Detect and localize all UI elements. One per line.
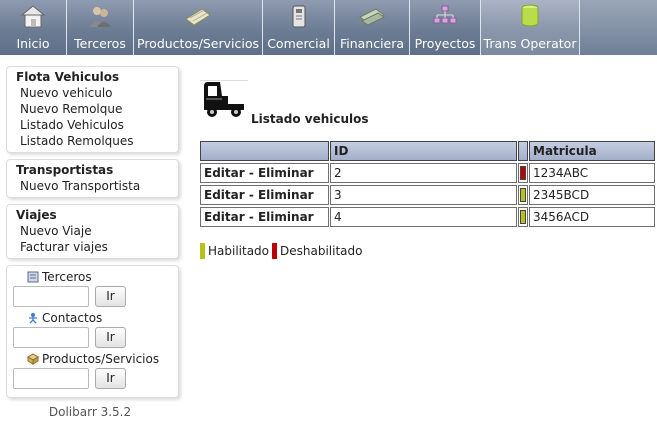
status-indicator (520, 188, 526, 202)
search-productos-input[interactable] (13, 368, 89, 389)
project-icon (433, 5, 457, 24)
tab-comercial[interactable]: Comercial (263, 0, 335, 55)
status-indicator (520, 210, 526, 224)
vehicles-table: ID Matricula Editar - Eliminar 2 1234ABC… (200, 141, 657, 229)
menu-title-flota[interactable]: Flota Vehiculos (7, 70, 178, 85)
table-header-row: ID Matricula (200, 141, 657, 163)
users-icon (90, 7, 111, 27)
quick-search-contactos-label: Contactos (42, 311, 103, 325)
menu-title-viajes[interactable]: Viajes (7, 208, 178, 223)
cell-matricula: 3456ACD (529, 207, 655, 227)
search-terceros-button[interactable]: Ir (95, 286, 126, 307)
tab-label: Inicio (16, 36, 50, 51)
tab-proyectos[interactable]: Proyectos (410, 0, 481, 55)
box-icon (27, 353, 39, 365)
cylinder-icon (521, 4, 539, 27)
quick-search-box: Terceros Ir Contactos Ir Productos/Servi… (6, 265, 179, 398)
header-status (518, 141, 528, 161)
quick-search-terceros-label: Terceros (42, 270, 92, 284)
tab-terceros[interactable]: Terceros (67, 0, 134, 55)
version-label: Dolibarr 3.5.2 (48, 405, 132, 419)
table-row: Editar - Eliminar 4 3456ACD (200, 207, 657, 229)
home-icon (20, 5, 46, 28)
legend-enabled-label: Habilitado (208, 244, 270, 258)
tab-label: Productos/Servicios (137, 36, 259, 51)
money-icon (359, 8, 385, 26)
table-row: Editar - Eliminar 2 1234ABC (200, 163, 657, 185)
search-contactos-input[interactable] (13, 327, 89, 348)
truck-icon (200, 80, 248, 117)
edit-delete-link[interactable]: Editar - Eliminar (200, 185, 329, 205)
quick-search-label: Terceros (13, 270, 172, 284)
menu-item-listado-remolques[interactable]: Listado Remolques (7, 133, 178, 149)
tab-inicio[interactable]: Inicio (0, 0, 67, 55)
table-row: Editar - Eliminar 3 2345BCD (200, 185, 657, 207)
quick-search-contactos: Contactos Ir (13, 311, 172, 348)
tab-label: Comercial (267, 36, 330, 51)
menu-box-transportistas: Transportistas Nuevo Transportista (6, 159, 179, 198)
menu-item-nuevo-transportista[interactable]: Nuevo Transportista (7, 178, 178, 194)
cell-id: 4 (330, 207, 517, 227)
menu-item-facturar-viajes[interactable]: Facturar viajes (7, 239, 178, 255)
menu-item-nuevo-remolque[interactable]: Nuevo Remolque (7, 101, 178, 117)
cell-status (518, 185, 528, 205)
tab-productos-servicios[interactable]: Productos/Servicios (134, 0, 263, 55)
menu-box-viajes: Viajes Nuevo Viaje Facturar viajes (6, 204, 179, 259)
contact-person-icon (29, 313, 37, 324)
left-sidebar: Flota Vehiculos Nuevo vehiculo Nuevo Rem… (6, 66, 179, 404)
edit-delete-link[interactable]: Editar - Eliminar (200, 207, 329, 227)
quick-search-productos-label: Productos/Servicios (42, 352, 160, 366)
search-productos-button[interactable]: Ir (95, 368, 126, 389)
tab-label: Terceros (74, 36, 126, 51)
quick-search-label: Productos/Servicios (13, 352, 172, 366)
cell-matricula: 1234ABC (529, 163, 655, 183)
menu-title-transportistas[interactable]: Transportistas (7, 163, 178, 178)
building-icon (27, 271, 39, 283)
top-menu: Inicio Terceros Productos/Servicios Come… (0, 0, 657, 55)
search-contactos-button[interactable]: Ir (95, 327, 126, 348)
cell-id: 3 (330, 185, 517, 205)
products-icon (185, 8, 211, 26)
menu-item-nuevo-viaje[interactable]: Nuevo Viaje (7, 223, 178, 239)
cell-matricula: 2345BCD (529, 185, 655, 205)
quick-search-terceros: Terceros Ir (13, 270, 172, 307)
status-indicator (520, 166, 526, 180)
header-id[interactable]: ID (330, 141, 517, 161)
page-title: Listado vehiculos (251, 112, 369, 126)
tab-financiera[interactable]: Financiera (335, 0, 410, 55)
header-actions (200, 141, 329, 161)
tab-label: Proyectos (414, 36, 476, 51)
status-legend: Habilitado Deshabilitado (200, 243, 366, 259)
header-matricula[interactable]: Matricula (529, 141, 655, 161)
edit-delete-link[interactable]: Editar - Eliminar (200, 163, 329, 183)
menu-item-nuevo-vehiculo[interactable]: Nuevo vehiculo (7, 85, 178, 101)
tab-label: Trans Operator (483, 36, 577, 51)
cell-id: 2 (330, 163, 517, 183)
menu-item-listado-vehiculos[interactable]: Listado Vehiculos (7, 117, 178, 133)
commercial-icon (292, 5, 305, 28)
tab-trans-operator[interactable]: Trans Operator (481, 0, 580, 55)
tab-label: Financiera (339, 36, 405, 51)
quick-search-label: Contactos (13, 311, 172, 325)
menu-box-flota: Flota Vehiculos Nuevo vehiculo Nuevo Rem… (6, 66, 179, 153)
cell-status (518, 163, 528, 183)
search-terceros-input[interactable] (13, 286, 89, 307)
disabled-swatch (272, 243, 278, 259)
enabled-swatch (200, 243, 205, 259)
legend-disabled-label: Deshabilitado (280, 244, 363, 258)
cell-status (518, 207, 528, 227)
quick-search-productos: Productos/Servicios Ir (13, 352, 172, 389)
